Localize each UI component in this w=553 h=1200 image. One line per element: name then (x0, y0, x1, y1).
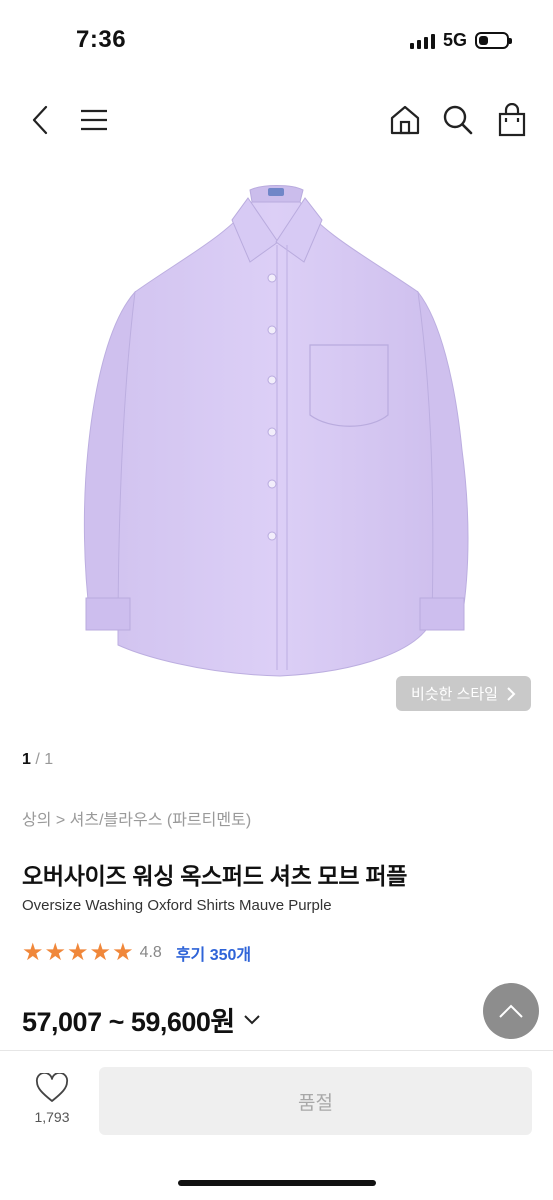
top-nav-bar (0, 92, 553, 148)
chevron-right-icon (507, 686, 516, 701)
cart-button[interactable] (490, 92, 534, 148)
review-link[interactable]: 후기 350개 (176, 941, 251, 965)
status-indicators: 5G (409, 30, 512, 51)
image-pager: 1 / 1 (22, 751, 53, 769)
rating-value: 4.8 (139, 944, 162, 961)
rating-row: ★ ★ ★ ★ ★ 4.8 후기 350개 (22, 940, 251, 966)
status-time: 7:36 (76, 26, 127, 53)
product-image[interactable] (0, 150, 553, 720)
price-range: 57,007 ~ 59,600원 (22, 1007, 235, 1037)
product-title: 오버사이즈 워싱 옥스퍼드 셔츠 모브 퍼플 (22, 863, 408, 889)
product-subtitle: Oversize Washing Oxford Shirts Mauve Pur… (22, 897, 332, 914)
star-icon: ★ (44, 939, 67, 966)
star-icon: ★ (67, 939, 89, 966)
home-button[interactable] (383, 92, 427, 148)
hamburger-icon (81, 109, 107, 131)
status-bar: 7:36 5G (0, 0, 553, 80)
pager-total: / 1 (35, 751, 54, 768)
search-button[interactable] (436, 92, 480, 148)
signal-icon (409, 33, 435, 49)
breadcrumb[interactable]: 상의 > 셔츠/블라우스 (파르티멘토) (22, 806, 251, 830)
rating-stars: ★ ★ ★ ★ ★ (22, 941, 134, 965)
bottom-action-bar: 1,793 품절 (0, 1051, 553, 1200)
like-count: 1,793 (34, 1109, 70, 1125)
chevron-left-icon (32, 105, 48, 135)
home-indicator (178, 1180, 376, 1186)
price-selector[interactable]: 57,007 ~ 59,600원 (22, 1000, 261, 1039)
star-icon: ★ (89, 939, 112, 966)
back-button[interactable] (18, 92, 62, 148)
star-icon: ★ (112, 939, 134, 966)
soldout-button[interactable]: 품절 (99, 1067, 532, 1135)
like-button[interactable]: 1,793 (22, 1073, 82, 1125)
home-icon (390, 105, 420, 135)
chevron-up-icon (499, 1004, 523, 1018)
pager-current: 1 (22, 751, 31, 768)
search-icon (443, 105, 473, 135)
shopping-bag-icon (498, 103, 526, 137)
battery-icon (475, 32, 512, 49)
similar-style-label: 비슷한 스타일 (411, 686, 498, 703)
network-label: 5G (442, 30, 467, 50)
menu-button[interactable] (72, 92, 116, 148)
heart-icon (35, 1073, 69, 1102)
star-icon: ★ (22, 939, 44, 966)
shirt-image (83, 185, 469, 677)
similar-style-button[interactable]: 비슷한 스타일 (396, 676, 531, 711)
scroll-top-button[interactable] (483, 983, 539, 1039)
chevron-down-icon (244, 1014, 260, 1024)
